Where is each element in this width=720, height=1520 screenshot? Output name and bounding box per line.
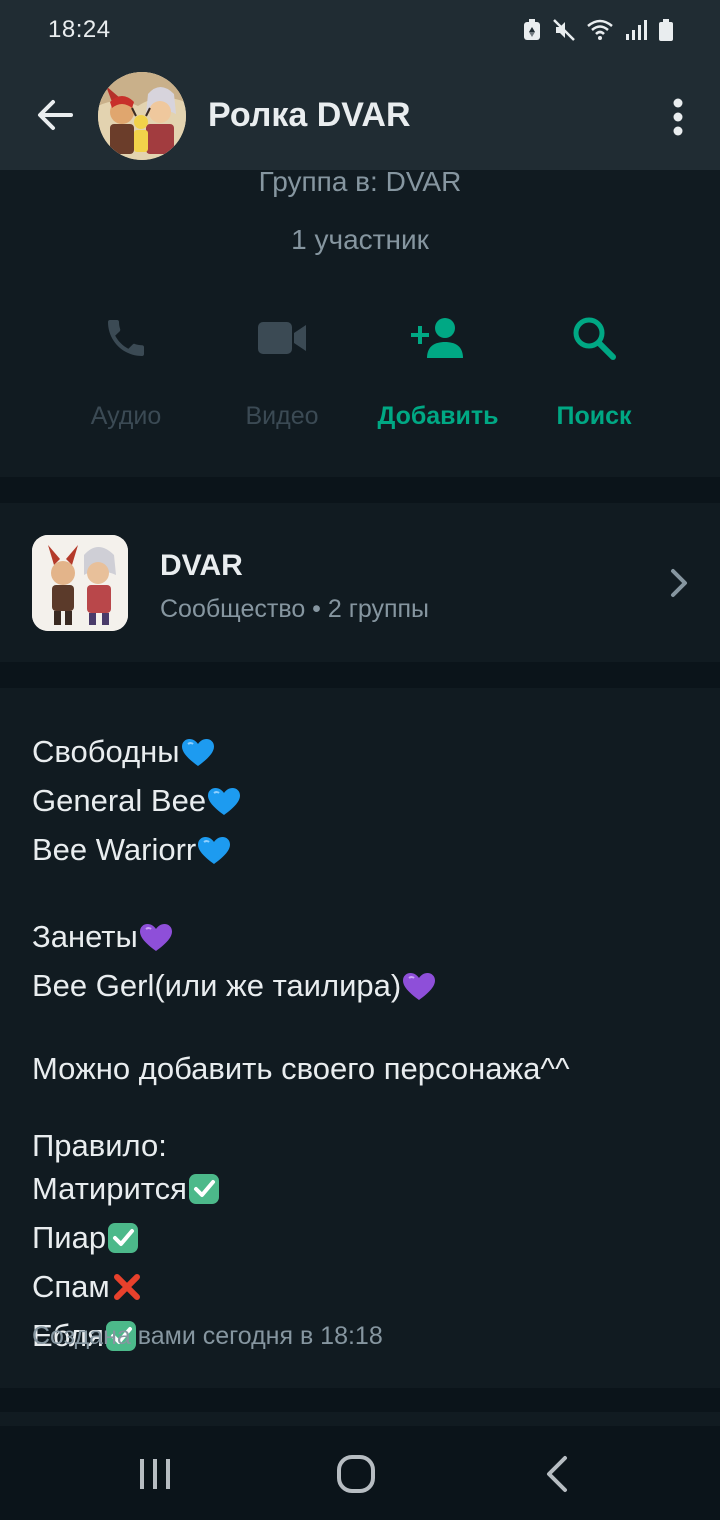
desc-line: Bee Gerl(или же таилира) bbox=[32, 964, 692, 1013]
app-header: 18:24 Ролка DVAR bbox=[0, 0, 720, 170]
community-avatar bbox=[32, 535, 128, 631]
purple-heart-icon bbox=[139, 921, 173, 964]
desc-line: Матирится bbox=[32, 1167, 692, 1216]
blue-heart-icon bbox=[207, 785, 241, 828]
blue-heart-icon bbox=[197, 834, 231, 877]
mute-icon bbox=[552, 18, 576, 42]
back-button[interactable] bbox=[30, 90, 80, 140]
chevron-left-icon bbox=[547, 1456, 567, 1492]
home-button[interactable] bbox=[326, 1450, 386, 1498]
created-info: Создана вами сегодня в 18:18 bbox=[32, 1322, 383, 1350]
status-time: 18:24 bbox=[48, 16, 111, 43]
group-info-card: Группа в: DVAR 1 участник Аудио Видео До… bbox=[0, 150, 720, 477]
nav-back-button[interactable] bbox=[527, 1450, 587, 1498]
desc-line: Занеты bbox=[32, 915, 692, 964]
desc-line: Можно добавить своего персонажа^^ bbox=[32, 1051, 570, 1086]
recent-apps-button[interactable] bbox=[125, 1450, 185, 1498]
desc-line: Правило: bbox=[32, 1128, 167, 1163]
desc-line: Свободны bbox=[32, 730, 692, 779]
group-parent-label: Группа в: DVAR bbox=[258, 166, 462, 197]
description-card: Свободны General Bee Bee Wariorr Занеты … bbox=[0, 688, 720, 1388]
add-participant-button[interactable]: Добавить bbox=[360, 308, 516, 438]
search-button[interactable]: Поиск bbox=[516, 308, 672, 438]
audio-call-label: Аудио bbox=[90, 402, 162, 430]
desc-line: General Bee bbox=[32, 779, 692, 828]
check-mark-icon bbox=[107, 1222, 139, 1265]
arrow-left-icon bbox=[38, 100, 73, 130]
battery-saver-icon bbox=[522, 18, 542, 42]
app-bar: Ролка DVAR bbox=[0, 62, 720, 170]
phone-icon bbox=[102, 308, 150, 368]
add-person-icon bbox=[409, 308, 467, 368]
community-row[interactable]: DVAR Сообщество • 2 группы bbox=[0, 503, 720, 662]
desc-line: Пиар bbox=[32, 1216, 692, 1265]
community-name: DVAR bbox=[160, 549, 243, 582]
action-row: Аудио Видео Добавить Поиск bbox=[48, 308, 672, 438]
wifi-icon bbox=[586, 18, 614, 42]
status-icons bbox=[522, 18, 674, 42]
group-info-screen: Свободны General Bee Bee Wariorr Занеты … bbox=[0, 0, 720, 1520]
chevron-right-icon bbox=[664, 565, 694, 601]
search-label: Поиск bbox=[556, 402, 632, 430]
more-vert-icon bbox=[673, 98, 683, 136]
purple-heart-icon bbox=[402, 970, 436, 1013]
search-icon bbox=[570, 308, 618, 368]
video-call-label: Видео bbox=[245, 402, 319, 430]
more-options-button[interactable] bbox=[658, 92, 698, 142]
group-description[interactable]: Свободны General Bee Bee Wariorr Занеты … bbox=[32, 730, 692, 1363]
community-subtitle: Сообщество • 2 группы bbox=[160, 595, 430, 623]
member-count[interactable]: 1 участник bbox=[0, 224, 720, 256]
video-call-button[interactable]: Видео bbox=[204, 308, 360, 438]
group-title[interactable]: Ролка DVAR bbox=[208, 96, 411, 135]
video-icon bbox=[256, 308, 308, 368]
home-icon bbox=[337, 1455, 375, 1493]
recents-icon bbox=[140, 1459, 170, 1489]
desc-line: Спам bbox=[32, 1265, 692, 1314]
cross-mark-icon bbox=[111, 1271, 143, 1314]
check-mark-icon bbox=[188, 1173, 220, 1216]
group-avatar[interactable] bbox=[98, 72, 186, 160]
battery-icon bbox=[658, 18, 674, 42]
system-nav-bar bbox=[0, 1426, 720, 1520]
desc-line: Bee Wariorr bbox=[32, 828, 692, 877]
audio-call-button[interactable]: Аудио bbox=[48, 308, 204, 438]
blue-heart-icon bbox=[181, 736, 215, 779]
add-participant-label: Добавить bbox=[377, 402, 499, 430]
status-bar: 18:24 bbox=[0, 0, 720, 60]
signal-icon bbox=[624, 18, 648, 42]
